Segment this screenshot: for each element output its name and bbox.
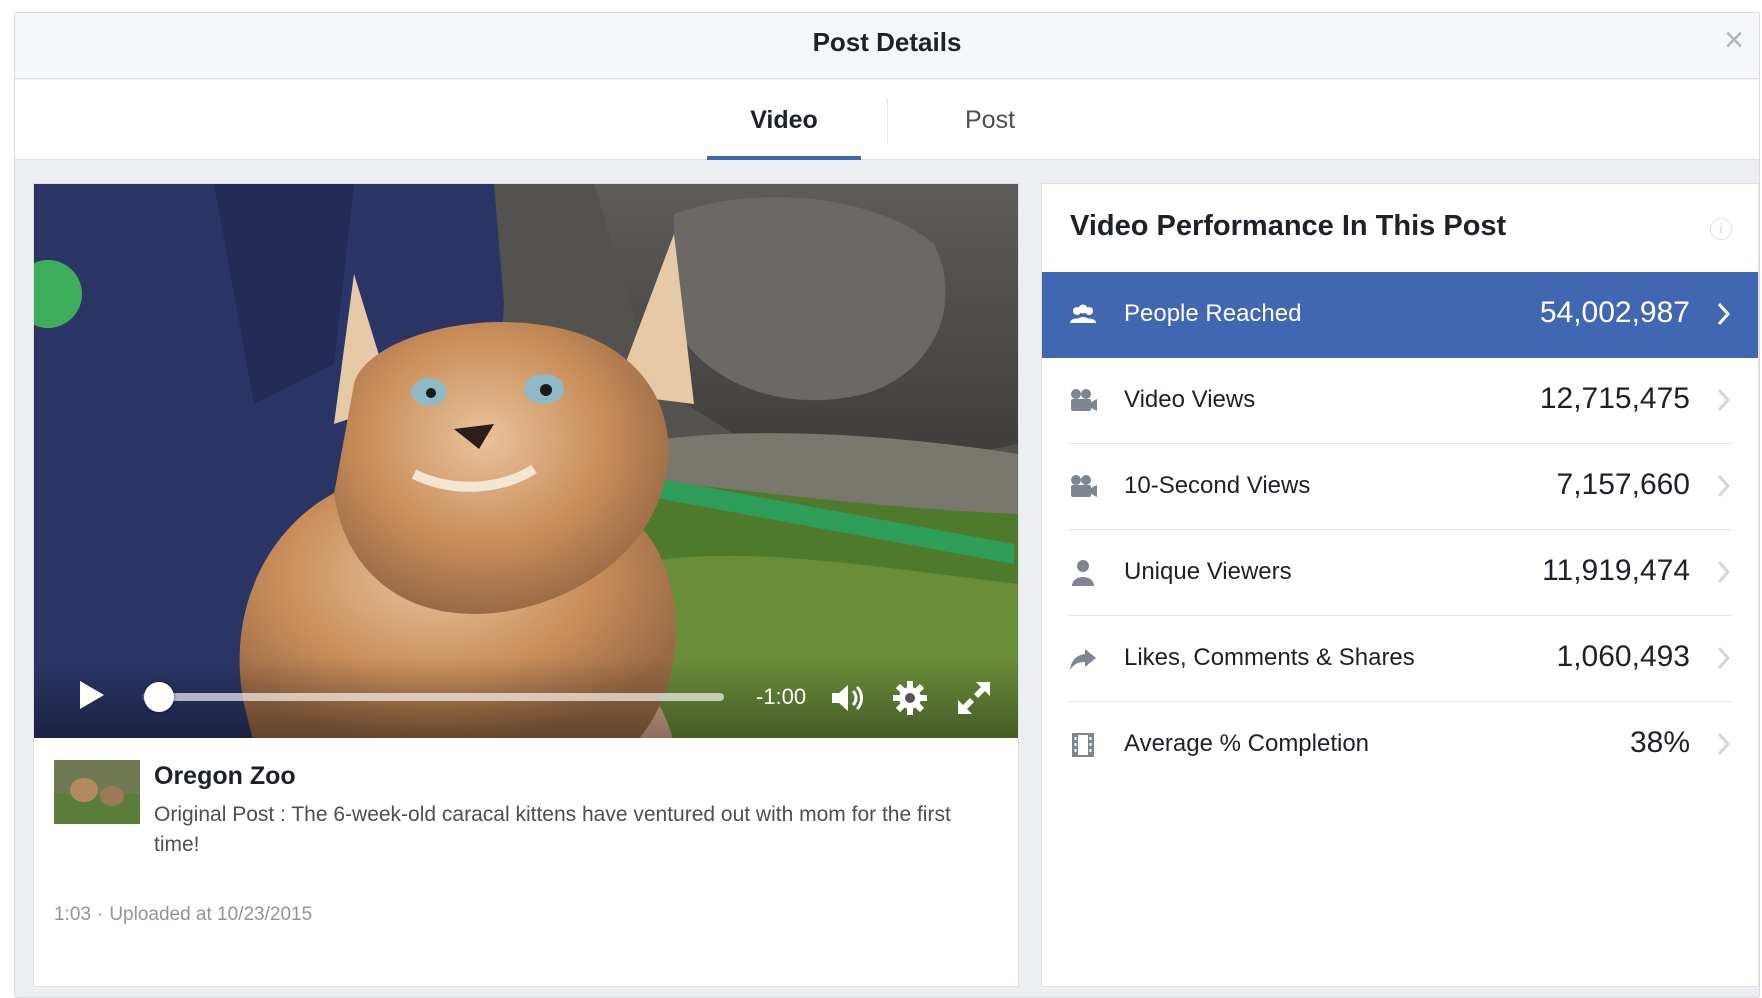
metric-value: 7,157,660 xyxy=(1556,468,1690,501)
progress-bar[interactable] xyxy=(142,682,724,712)
metric-row-average-completion[interactable]: Average % Completion 38% xyxy=(1042,702,1758,788)
person-icon xyxy=(1072,560,1094,586)
metric-label: People Reached xyxy=(1124,300,1302,327)
post-details-dialog: Post Details × Video Post -1:00 Oregon Z… xyxy=(14,12,1760,998)
post-caption: Original Post : The 6-week-old caracal k… xyxy=(154,803,951,856)
people-icon xyxy=(1070,304,1096,323)
tab-post[interactable]: Post xyxy=(915,80,1065,160)
metric-value: 1,060,493 xyxy=(1556,640,1690,673)
metric-value: 11,919,474 xyxy=(1542,554,1690,587)
time-remaining: -1:00 xyxy=(756,684,807,709)
tab-bar: Video Post xyxy=(15,80,1759,160)
play-icon[interactable] xyxy=(74,678,108,712)
metric-label: Video Views xyxy=(1124,386,1256,413)
volume-icon[interactable] xyxy=(828,678,868,718)
dialog-title: Post Details xyxy=(812,27,962,57)
video-camera-icon xyxy=(1071,475,1097,497)
metric-row-likes-comments-shares[interactable]: Likes, Comments & Shares 1,060,493 xyxy=(1042,616,1758,702)
video-meta: 1:03 · Uploaded at 10/23/2015 xyxy=(54,904,312,926)
tab-video[interactable]: Video xyxy=(707,80,861,160)
dialog-header: Post Details × xyxy=(15,13,1759,79)
video-camera-icon xyxy=(1071,389,1097,411)
metric-value: 38% xyxy=(1629,726,1690,759)
metric-label: Unique Viewers xyxy=(1124,558,1292,585)
page-avatar[interactable] xyxy=(54,760,140,824)
metric-label: Likes, Comments & Shares xyxy=(1124,644,1415,671)
video-controls: -1:00 xyxy=(34,658,1018,738)
gear-icon[interactable] xyxy=(890,678,930,718)
chevron-right-icon xyxy=(1717,302,1731,326)
performance-card: Video Performance In This Post i People … xyxy=(1041,183,1759,987)
info-icon[interactable]: i xyxy=(1710,218,1732,240)
close-button[interactable]: × xyxy=(1719,23,1749,57)
metric-row-video-views[interactable]: Video Views 12,715,475 xyxy=(1042,358,1758,444)
performance-title: Video Performance In This Post xyxy=(1070,210,1507,242)
metric-row-people-reached[interactable]: People Reached 54,002,987 xyxy=(1042,272,1758,358)
tab-divider xyxy=(887,98,888,144)
metric-value: 54,002,987 xyxy=(1539,296,1690,329)
chevron-right-icon xyxy=(1717,474,1731,498)
share-icon xyxy=(1070,649,1096,670)
metric-value: 12,715,475 xyxy=(1539,382,1690,415)
metric-row-unique-viewers[interactable]: Unique Viewers 11,919,474 xyxy=(1042,530,1758,616)
fullscreen-icon[interactable] xyxy=(954,678,994,718)
progress-handle[interactable] xyxy=(144,682,175,712)
metric-list: People Reached 54,002,987 Video Views 12… xyxy=(1042,272,1758,788)
chevron-right-icon xyxy=(1717,732,1731,756)
metric-row-10-second-views[interactable]: 10-Second Views 7,157,660 xyxy=(1042,444,1758,530)
chevron-right-icon xyxy=(1717,560,1731,584)
page-name-link[interactable]: Oregon Zoo xyxy=(154,762,296,791)
video-frame xyxy=(34,184,1018,738)
upload-date: Uploaded at 10/23/2015 xyxy=(109,904,313,925)
chevron-right-icon xyxy=(1717,388,1731,412)
video-card: -1:00 Oregon Zoo Original Post: The 6-w… xyxy=(33,183,1019,987)
meta-separator: · xyxy=(96,904,104,925)
metric-label: Average % Completion xyxy=(1124,730,1370,757)
video-player[interactable]: -1:00 xyxy=(34,184,1018,738)
metric-label: 10-Second Views xyxy=(1124,472,1311,499)
chevron-right-icon xyxy=(1717,646,1731,670)
video-duration: 1:03 xyxy=(54,904,91,925)
film-icon xyxy=(1072,733,1094,757)
